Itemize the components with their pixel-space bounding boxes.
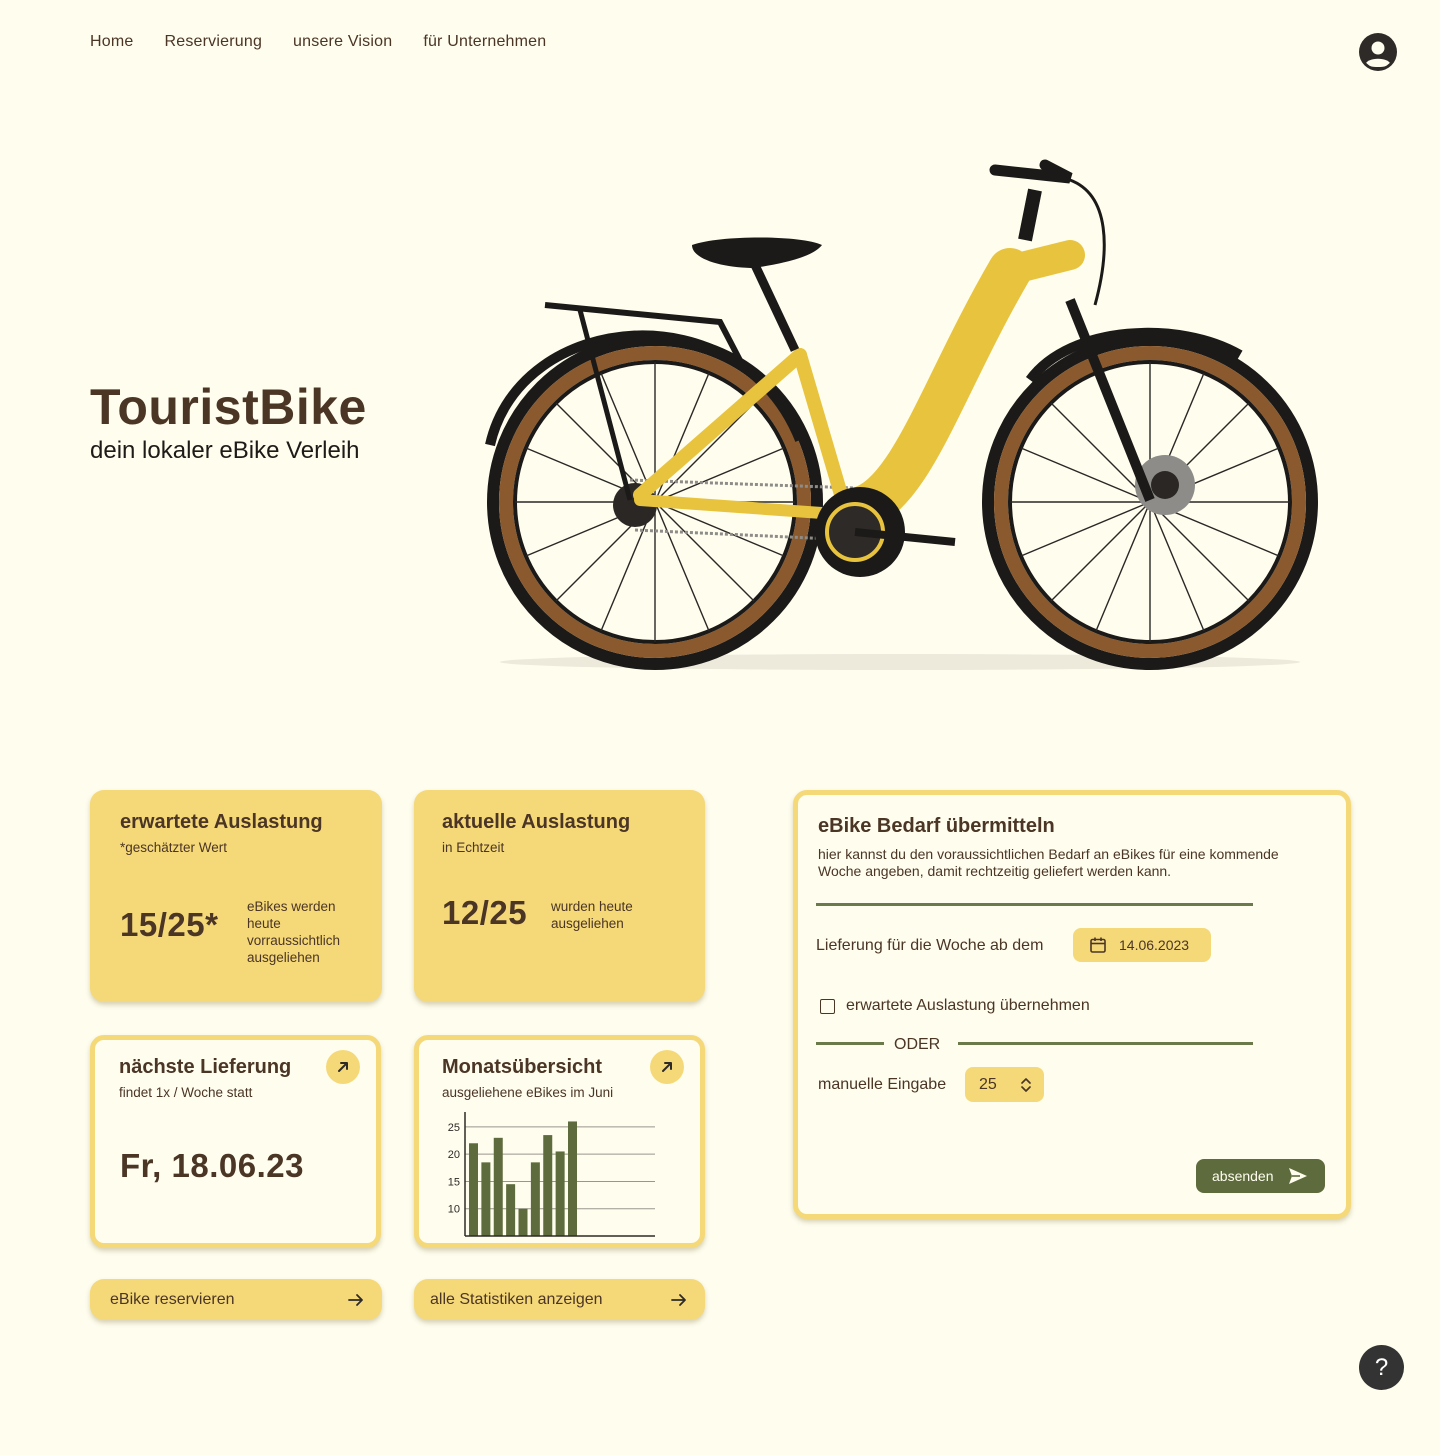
y-tick-label: 25 <box>448 1122 460 1134</box>
bar <box>568 1121 577 1236</box>
bar <box>543 1135 553 1236</box>
manual-quantity-stepper[interactable]: 25 <box>965 1067 1044 1102</box>
y-tick-label: 20 <box>448 1149 460 1161</box>
show-statistics-label: alle Statistiken anzeigen <box>430 1290 603 1308</box>
manual-input-label: manuelle Eingabe <box>818 1076 947 1093</box>
expected-caption: eBikes werden heute vorraussichtlich aus… <box>247 899 341 965</box>
reserve-ebike-button[interactable]: eBike reservieren <box>90 1279 382 1320</box>
expected-value: 15/25* <box>120 906 219 943</box>
nav-reservierung[interactable]: Reservierung <box>164 33 262 51</box>
ebike-demand-form: eBike Bedarf übermitteln hier kannst du … <box>793 790 1351 1219</box>
hero-subtitle: dein lokaler eBike Verleih <box>90 437 360 464</box>
card-subtitle: ausgeliehene eBikes im Juni <box>442 1085 614 1100</box>
adopt-expected-label[interactable]: erwartete Auslastung übernehmen <box>846 997 1090 1015</box>
bar <box>493 1137 503 1236</box>
expected-utilization-card: erwartete Auslastung *geschätzter Wert 1… <box>90 790 382 1002</box>
monthly-bar-chart: 10 15 20 25 <box>448 1112 655 1237</box>
open-delivery-button[interactable] <box>326 1050 360 1084</box>
open-statistics-button[interactable] <box>650 1050 684 1084</box>
bar <box>518 1208 528 1236</box>
nav-unternehmen[interactable]: für Unternehmen <box>423 33 546 51</box>
card-subtitle: findet 1x / Woche statt <box>119 1085 253 1100</box>
delivery-week-label: Lieferung für die Woche ab dem <box>816 937 1044 954</box>
y-tick-label: 15 <box>448 1176 460 1188</box>
card-subtitle: *geschätzter Wert <box>120 840 228 855</box>
delivery-date-value: 14.06.2023 <box>1119 937 1190 953</box>
current-utilization-card: aktuelle Auslastung in Echtzeit 12/25 wu… <box>414 790 705 1002</box>
card-title: erwartete Auslastung <box>120 811 323 833</box>
ebike-image <box>485 159 1318 670</box>
form-title: eBike Bedarf übermitteln <box>818 815 1055 837</box>
delivery-date-picker[interactable]: 14.06.2023 <box>1073 928 1211 962</box>
arrow-up-right-icon <box>338 1062 348 1072</box>
divider-left <box>816 1042 884 1045</box>
form-description: hier kannst du den voraussichtlichen Bed… <box>818 846 1279 879</box>
manual-quantity-value: 25 <box>979 1075 997 1093</box>
card-subtitle: in Echtzeit <box>442 840 505 855</box>
nav-home[interactable]: Home <box>90 33 133 51</box>
arrow-right-icon <box>348 1293 363 1306</box>
next-delivery-card[interactable]: nächste Lieferung findet 1x / Woche stat… <box>90 1035 381 1248</box>
divider <box>816 903 1253 906</box>
user-profile-icon[interactable] <box>1359 33 1397 71</box>
reserve-ebike-label: eBike reservieren <box>110 1290 235 1308</box>
calendar-icon <box>1090 937 1106 953</box>
monthly-overview-card[interactable]: Monatsübersicht ausgeliehene eBikes im J… <box>414 1035 705 1248</box>
hero-title: TouristBike <box>90 379 367 435</box>
submit-label: absenden <box>1212 1168 1274 1184</box>
current-caption: wurden heute ausgeliehen <box>551 899 633 931</box>
adopt-expected-checkbox[interactable] <box>820 999 835 1014</box>
front-wheel <box>982 334 1318 670</box>
y-tick-label: 10 <box>448 1204 460 1216</box>
bar <box>481 1162 491 1236</box>
help-label: ? <box>1374 1353 1389 1381</box>
submit-button[interactable]: absenden <box>1196 1159 1325 1193</box>
help-button[interactable]: ? <box>1359 1345 1404 1390</box>
main-nav: Home Reservierung unsere Vision für Unte… <box>90 33 546 51</box>
bar <box>555 1151 565 1236</box>
show-statistics-button[interactable]: alle Statistiken anzeigen <box>414 1279 705 1320</box>
divider-right <box>958 1042 1253 1045</box>
nav-vision[interactable]: unsere Vision <box>293 33 392 51</box>
arrow-right-icon <box>671 1293 686 1306</box>
bar <box>506 1184 516 1236</box>
card-title: aktuelle Auslastung <box>442 811 631 833</box>
send-icon <box>1288 1168 1307 1184</box>
bar <box>530 1162 540 1236</box>
or-separator: ODER <box>894 1036 941 1053</box>
current-value: 12/25 <box>442 894 528 931</box>
bar <box>469 1143 478 1236</box>
chevron-up-down-icon[interactable] <box>1020 1077 1032 1093</box>
delivery-date: Fr, 18.06.23 <box>120 1147 304 1184</box>
arrow-up-right-icon <box>662 1062 672 1072</box>
